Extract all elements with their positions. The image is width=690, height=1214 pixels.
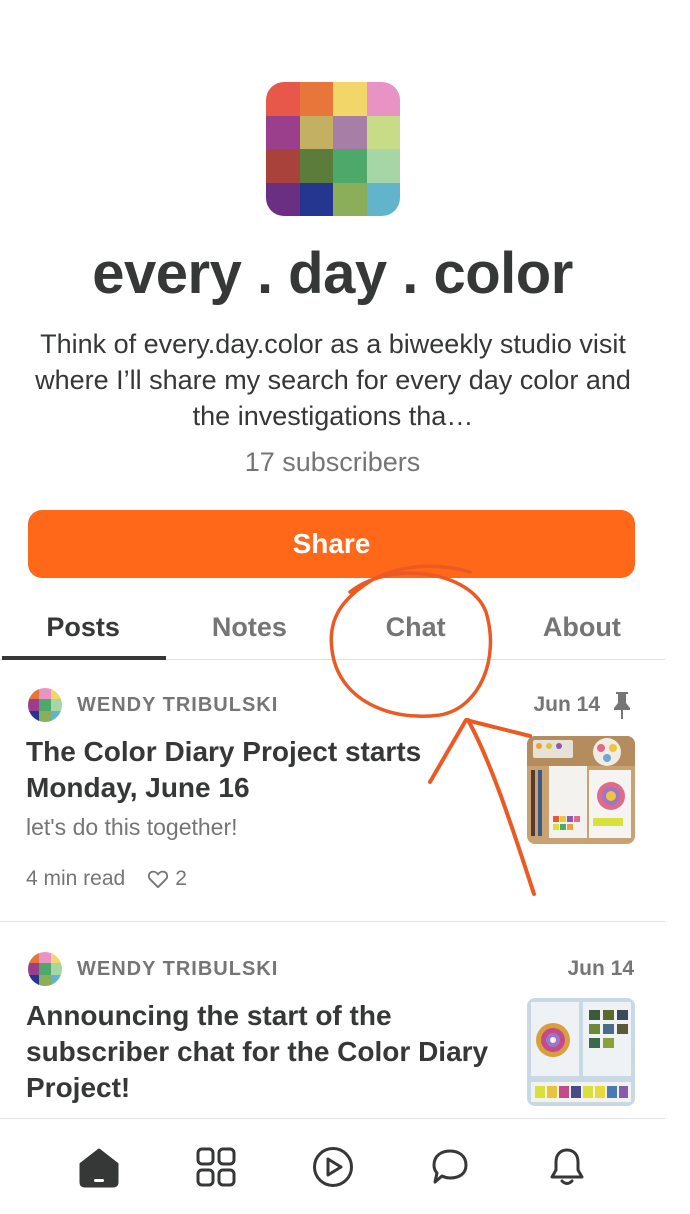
post-item[interactable]: WENDY TRIBULSKI Jun 14 Announcing the st…: [0, 948, 665, 1118]
post-meta: 4 min read 2: [26, 867, 187, 891]
post-author[interactable]: WENDY TRIBULSKI: [77, 958, 278, 981]
post-thumbnail[interactable]: [527, 736, 635, 844]
like-button[interactable]: 2: [147, 867, 187, 891]
author-avatar[interactable]: [28, 952, 62, 986]
tab-bar: Posts Notes Chat About: [0, 596, 665, 660]
tab-posts[interactable]: Posts: [0, 596, 167, 660]
post-date: Jun 14: [533, 693, 600, 716]
read-time: 4 min read: [26, 867, 126, 890]
post-title[interactable]: The Color Diary Project starts Monday, J…: [26, 734, 496, 806]
nav-explore[interactable]: [192, 1143, 240, 1191]
subscriber-count: 17 subscribers: [244, 447, 421, 477]
author-avatar[interactable]: [28, 688, 62, 722]
tab-about[interactable]: About: [499, 596, 665, 659]
bell-icon: [550, 1148, 583, 1185]
publication-description: Think of every.day.color as a biweekly s…: [35, 329, 631, 431]
post-date: Jun 14: [567, 957, 634, 980]
post-author[interactable]: WENDY TRIBULSKI: [77, 694, 278, 717]
post-title[interactable]: Announcing the start of the subscriber c…: [26, 998, 496, 1106]
chat-icon: [432, 1149, 467, 1183]
heart-icon: [148, 870, 169, 889]
grid-icon: [196, 1147, 235, 1186]
publication-title: every . day . color: [92, 241, 573, 306]
home-icon: [79, 1148, 118, 1187]
nav-video[interactable]: [309, 1143, 357, 1191]
post-subtitle: let's do this together!: [26, 814, 238, 840]
share-button[interactable]: Share: [28, 510, 635, 578]
nav-chat[interactable]: [426, 1143, 474, 1191]
nav-notifications[interactable]: [543, 1143, 591, 1191]
nav-home[interactable]: [75, 1143, 123, 1191]
tab-chat[interactable]: Chat: [333, 596, 499, 659]
like-count: 2: [175, 867, 187, 890]
post-thumbnail[interactable]: [527, 998, 635, 1106]
publication-logo: [266, 82, 400, 216]
pin-icon: [614, 692, 630, 719]
play-icon: [312, 1146, 353, 1187]
post-item[interactable]: WENDY TRIBULSKI Jun 14 The Color Diary P…: [0, 684, 665, 922]
bottom-nav: [0, 1118, 665, 1214]
tab-notes[interactable]: Notes: [166, 596, 332, 659]
